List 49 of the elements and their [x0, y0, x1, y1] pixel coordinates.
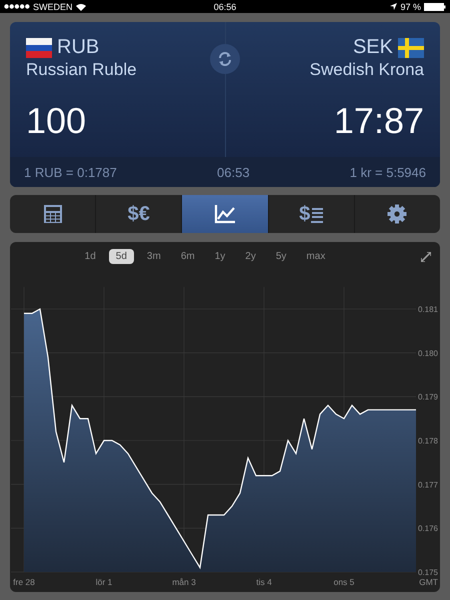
- location-icon: [390, 3, 398, 10]
- x-axis-label: ons 5: [334, 577, 354, 587]
- currency-code[interactable]: SEK: [352, 36, 393, 59]
- range-button[interactable]: 3m: [140, 248, 168, 264]
- range-button[interactable]: 5d: [108, 248, 134, 264]
- range-button[interactable]: 1d: [78, 248, 103, 264]
- line-chart-icon: [214, 204, 236, 224]
- swap-button[interactable]: [210, 44, 240, 74]
- y-axis-label: 0.176: [418, 524, 438, 534]
- range-button[interactable]: max: [299, 248, 332, 264]
- x-axis-label: lör 1: [96, 577, 112, 587]
- tab[interactable]: [181, 195, 268, 233]
- range-button[interactable]: 1y: [208, 248, 232, 264]
- battery-percent: 97 %: [400, 2, 421, 12]
- timezone-label: GMT: [419, 577, 438, 587]
- y-axis-label: 0.180: [418, 348, 438, 358]
- clock: 06:56: [214, 2, 236, 12]
- currency-symbols: $€: [128, 202, 150, 226]
- battery-icon: [424, 2, 446, 10]
- carrier-name: SWEDEN: [33, 2, 73, 12]
- y-axis-label: 0.175: [418, 568, 438, 577]
- settings-icon: [387, 204, 408, 224]
- swap-icon: [217, 51, 233, 67]
- x-axis-label: fre 28: [13, 577, 35, 587]
- signal-icon: [4, 4, 30, 9]
- currency-code[interactable]: RUB: [57, 36, 100, 59]
- x-axis-label: tis 4: [256, 577, 272, 587]
- exchange-rate: 1 kr = 5:5946: [350, 164, 426, 180]
- y-axis-label: 0.181: [418, 305, 438, 314]
- x-axis-label: mån 3: [172, 577, 196, 587]
- range-button[interactable]: 2y: [238, 248, 263, 264]
- sweden-flag-icon: [398, 38, 424, 58]
- y-axis-label: 0.179: [418, 392, 438, 402]
- converted-amount: 17:87: [334, 100, 424, 142]
- y-axis-label: 0.177: [418, 480, 438, 490]
- exchange-rate: 1 RUB = 0:1787: [24, 164, 117, 180]
- calculator-icon: [42, 204, 63, 224]
- currency-name: Swedish Krona: [310, 60, 424, 80]
- update-time: 06:53: [217, 164, 250, 180]
- dollar-sign: $: [299, 202, 310, 226]
- russia-flag-icon: [26, 38, 52, 58]
- tab[interactable]: $: [268, 195, 354, 233]
- amount-input[interactable]: 100: [26, 100, 209, 142]
- wifi-icon: [76, 2, 86, 10]
- range-button[interactable]: 5y: [268, 248, 294, 264]
- expand-icon[interactable]: [421, 252, 431, 262]
- currency-name: Russian Ruble: [26, 60, 138, 80]
- y-axis-label: 0.178: [418, 436, 438, 446]
- range-button[interactable]: 6m: [174, 248, 202, 264]
